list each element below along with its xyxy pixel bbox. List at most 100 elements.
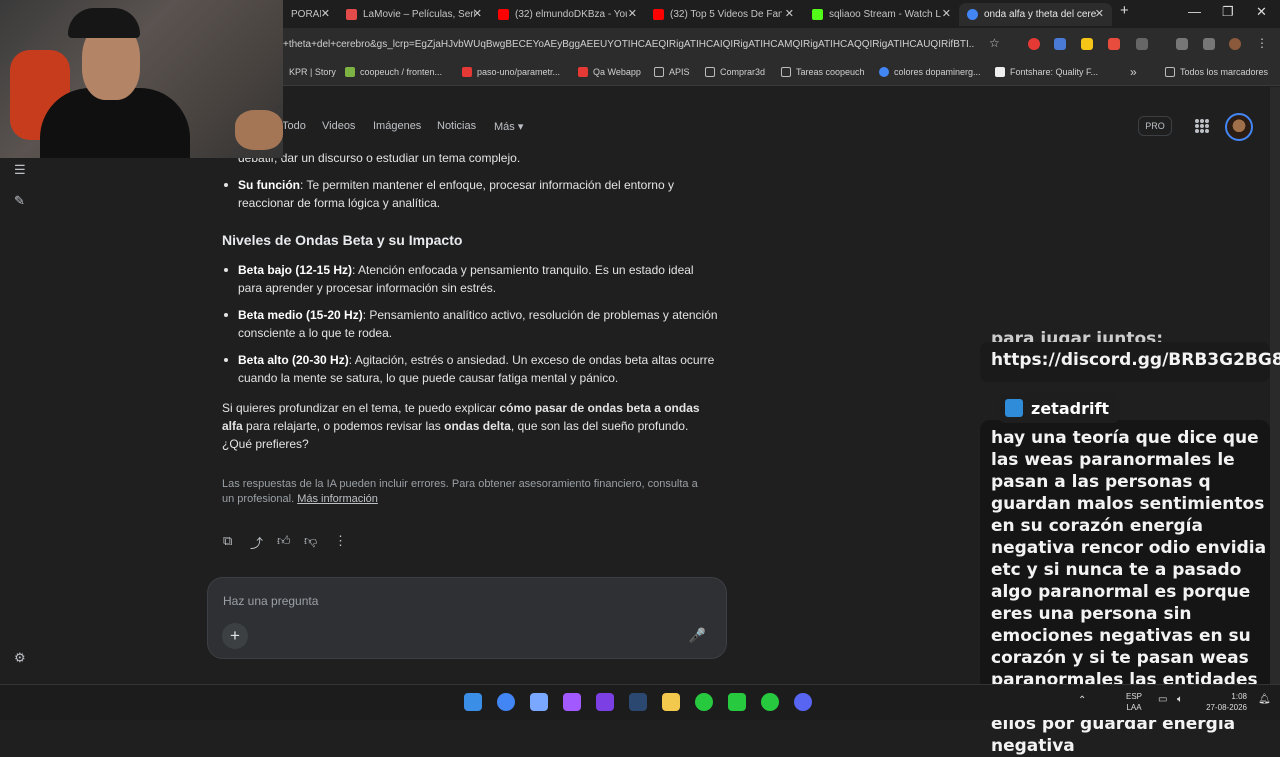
volume-icon[interactable]: 🔈︎ (1177, 694, 1183, 705)
kick-icon (812, 9, 823, 20)
close-icon[interactable]: ✕ (628, 7, 637, 20)
discord-icon[interactable] (794, 693, 812, 711)
disclaimer: Las respuestas de la IA pueden incluir e… (222, 478, 698, 505)
kebab-menu-icon[interactable]: ⋮ (1256, 36, 1268, 50)
file-explorer-icon[interactable] (662, 693, 680, 711)
thumbs-down-icon[interactable]: 👎︎ (304, 533, 317, 549)
ask-box[interactable]: Haz una pregunta + 🎤 (207, 577, 727, 659)
close-window-button[interactable]: ✕ (1256, 4, 1267, 20)
edit-icon[interactable]: ✎ (14, 193, 25, 209)
nav-tab-all[interactable]: Todo (282, 120, 306, 132)
profile-icon[interactable] (1229, 38, 1241, 50)
bookmark-item[interactable]: KPR | Story (289, 67, 336, 77)
puzzle-icon[interactable] (1136, 38, 1148, 50)
menu-icon[interactable]: ☰ (14, 162, 26, 178)
close-icon[interactable]: ✕ (321, 7, 330, 20)
folder-icon (705, 67, 715, 77)
streamer-hand (235, 110, 283, 150)
close-icon[interactable]: ✕ (1095, 7, 1104, 20)
tray-chevron-icon[interactable]: ⌃ (1078, 695, 1086, 706)
add-button[interactable]: + (222, 623, 248, 649)
bookmark-item[interactable]: coopeuch / fronten... (345, 67, 442, 77)
nav-tab-news[interactable]: Noticias (437, 120, 476, 132)
tab-active[interactable]: onda alfa y theta del cere ✕ (959, 3, 1112, 26)
app-icon[interactable] (728, 693, 746, 711)
steam-icon[interactable] (629, 693, 647, 711)
extension-icon[interactable] (1054, 38, 1066, 50)
share-icon[interactable]: ⤴ (250, 533, 263, 552)
bullet (224, 358, 228, 362)
close-icon[interactable]: ✕ (785, 7, 794, 20)
app-icon[interactable] (596, 693, 614, 711)
app-icon[interactable] (695, 693, 713, 711)
mic-icon[interactable]: 🎤 (689, 627, 706, 644)
lamovie-icon (346, 9, 357, 20)
clock[interactable]: 1:08 27-08-2026 (1199, 691, 1247, 713)
chat-username: zetadrift (999, 393, 1120, 423)
tab-4[interactable]: (32) Top 5 Videos De Fant ✕ (645, 3, 802, 26)
copy-icon[interactable]: ⧉ (223, 533, 232, 549)
bullet (224, 183, 228, 187)
app-icon[interactable] (530, 693, 548, 711)
bookmark-item[interactable]: Qa Webapp (578, 67, 641, 77)
tab-2[interactable]: LaMovie – Películas, Serie ✕ (338, 3, 490, 26)
youtube-icon (653, 9, 664, 20)
bookmark-item[interactable]: paso-uno/parametr... (462, 67, 560, 77)
media-icon[interactable] (1203, 38, 1215, 50)
chrome-icon[interactable] (497, 693, 515, 711)
bookmark-favicon-icon (578, 67, 588, 77)
google-icon (967, 9, 978, 20)
star-icon[interactable]: ☆ (989, 36, 1001, 50)
more-info-link[interactable]: Más información (297, 493, 378, 505)
download-icon[interactable] (1176, 38, 1188, 50)
bookmark-folder[interactable]: Comprar3d (705, 67, 765, 77)
answer-fragment: debatir, dar un discurso o estudiar un t… (238, 151, 521, 165)
bookmark-item[interactable]: Fontshare: Quality F... (995, 67, 1098, 77)
bookmark-item[interactable]: colores dopaminerg... (879, 67, 981, 77)
new-tab-button[interactable]: + (1120, 2, 1129, 19)
extension-icon[interactable] (1108, 38, 1120, 50)
folder-icon (781, 67, 791, 77)
windows-start-icon[interactable] (464, 693, 482, 711)
tab-3[interactable]: (32) elmundoDKBza - You ✕ (490, 3, 645, 26)
figma-icon[interactable] (563, 693, 581, 711)
bookmark-folder[interactable]: Tareas coopeuch (781, 67, 865, 77)
network-icon[interactable]: ▭ (1158, 694, 1167, 705)
ask-input[interactable]: Haz una pregunta (223, 594, 318, 608)
tab-5[interactable]: sqliaoo Stream - Watch Li ✕ (804, 3, 959, 26)
all-bookmarks-button[interactable]: Todos los marcadores (1165, 67, 1268, 77)
webcam-overlay (0, 0, 283, 158)
language-indicator[interactable]: ESP LAA (1126, 691, 1142, 713)
pro-button[interactable]: PRO (1138, 116, 1172, 136)
bullet (224, 313, 228, 317)
folder-icon (654, 67, 664, 77)
function-item: Su función: Te permiten mantener el enfo… (238, 178, 674, 210)
list-item: Beta alto (20-30 Hz): Agitación, estrés … (238, 353, 715, 385)
streamer-cap (68, 8, 140, 38)
extension-icon[interactable] (1081, 38, 1093, 50)
bookmark-folder[interactable]: APIS (654, 67, 690, 77)
nav-tab-videos[interactable]: Videos (322, 120, 355, 132)
avatar[interactable] (1225, 113, 1253, 141)
bullet (224, 268, 228, 272)
extension-icon[interactable] (1028, 38, 1040, 50)
notification-icon[interactable]: 🔔︎ (1258, 694, 1271, 705)
more-options-icon[interactable]: ⋮ (334, 533, 347, 549)
gear-icon[interactable]: ⚙ (14, 650, 26, 666)
app-icon[interactable] (761, 693, 779, 711)
close-icon[interactable]: ✕ (473, 7, 482, 20)
apps-grid-icon[interactable] (1195, 119, 1209, 133)
fontshare-icon (995, 67, 1005, 77)
bookmark-favicon-icon (345, 67, 355, 77)
tab-1[interactable]: PORAI ✕ (283, 3, 338, 26)
thumbs-up-icon[interactable]: 👍︎ (277, 533, 291, 549)
minimize-button[interactable]: — (1188, 4, 1201, 19)
close-icon[interactable]: ✕ (942, 7, 951, 20)
nav-tab-images[interactable]: Imágenes (373, 120, 421, 132)
nav-tab-more[interactable]: Más ▾ (494, 120, 523, 133)
bookmarks-overflow-button[interactable]: » (1130, 65, 1137, 79)
maximize-button[interactable]: ❐ (1222, 4, 1234, 20)
address-input[interactable]: +theta+del+cerebro&gs_lcrp=EgZjaHJvbWUqB… (283, 39, 975, 50)
follow-up-paragraph: Si quieres profundizar en el tema, te pu… (222, 401, 700, 451)
folder-icon (1165, 67, 1175, 77)
